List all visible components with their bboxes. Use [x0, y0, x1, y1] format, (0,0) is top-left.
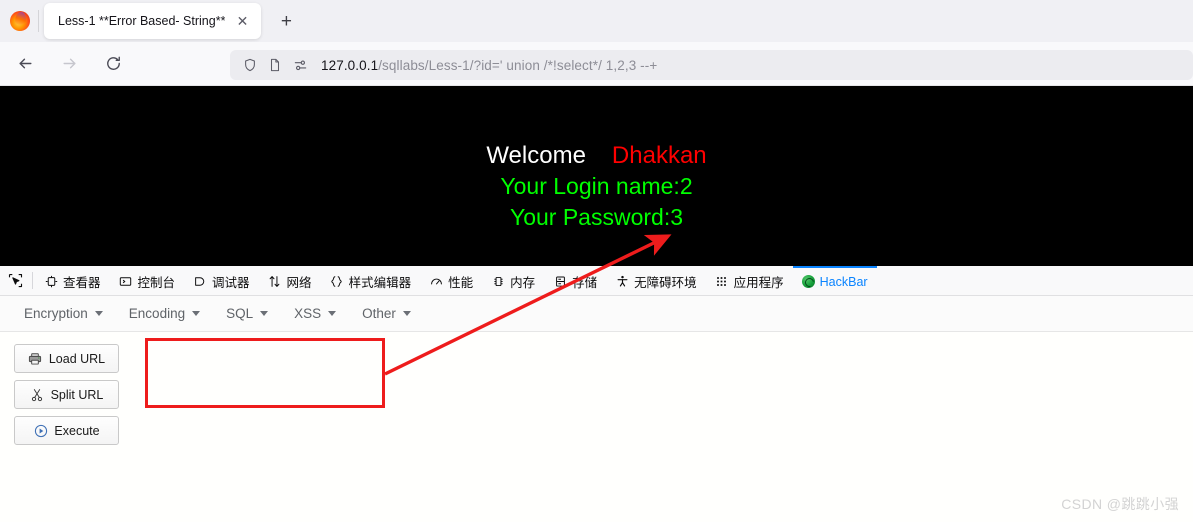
console-icon [119, 275, 133, 289]
devtools-tab-label: 查看器 [63, 276, 101, 290]
chevron-down-icon [260, 311, 269, 316]
memory-icon [491, 275, 505, 289]
hackbar-menu-xss[interactable]: XSS [286, 302, 344, 325]
chevron-down-icon [402, 311, 411, 316]
devtools-tab-label: 网络 [286, 276, 312, 290]
address-bar[interactable]: 127.0.0.1/sqllabs/Less-1/?id=' union /*!… [230, 50, 1193, 80]
watermark: CSDN @跳跳小强 [1061, 496, 1179, 512]
devtools-tab-style-editor[interactable]: 样式编辑器 [321, 266, 421, 295]
devtools-tab-network[interactable]: 网络 [259, 266, 321, 295]
devtools-tab-console[interactable]: 控制台 [110, 266, 185, 295]
hackbar-menu-label: Encryption [24, 306, 88, 321]
execute-button[interactable]: Execute [14, 416, 119, 445]
element-picker-icon[interactable] [0, 266, 30, 295]
devtools-tab-debugger[interactable]: 调试器 [184, 266, 259, 295]
url-host: 127.0.0.1 [321, 57, 379, 73]
page-result-text: Welcome Dhakkan Your Login name:2 Your Pa… [0, 140, 1193, 233]
devtools-tab-inspector[interactable]: 查看器 [35, 266, 110, 295]
performance-icon [429, 275, 443, 289]
hackbar-menu-encryption[interactable]: Encryption [16, 302, 111, 325]
hackbar-button-label: Execute [54, 423, 100, 438]
url-text[interactable]: 127.0.0.1/sqllabs/Less-1/?id=' union /*!… [321, 58, 657, 73]
hackbar-menu-encoding[interactable]: Encoding [121, 302, 208, 325]
devtools-tab-label: 应用程序 [733, 276, 784, 290]
devtools-tab-label: 性能 [448, 276, 474, 290]
page-info-icon[interactable] [265, 55, 285, 75]
toolbar-divider [32, 272, 33, 289]
devtools-tab-performance[interactable]: 性能 [420, 266, 482, 295]
devtools-tab-label: 存储 [572, 276, 598, 290]
style-editor-icon [330, 275, 344, 289]
split-url-button[interactable]: Split URL [14, 380, 119, 409]
devtools-tab-label: 控制台 [137, 276, 176, 290]
devtools-tab-label: 样式编辑器 [348, 276, 412, 290]
load-url-icon [28, 351, 43, 366]
hackbar-menubar: Encryption Encoding SQL XSS Other [0, 296, 1193, 332]
hackbar-menu-other[interactable]: Other [354, 302, 419, 325]
forward-icon[interactable] [54, 49, 84, 79]
devtools-tab-accessibility[interactable]: 无障碍环境 [606, 266, 706, 295]
hackbar-menu-label: XSS [294, 306, 322, 321]
new-tab-button[interactable]: + [273, 8, 299, 34]
tab-title: Less-1 **Error Based- String** [58, 14, 226, 28]
network-icon [268, 275, 282, 289]
devtools-tab-storage[interactable]: 存储 [544, 266, 606, 295]
devtools-tab-application[interactable]: 应用程序 [706, 266, 793, 295]
devtools-tab-hackbar[interactable]: HackBar [792, 266, 877, 295]
devtools-tab-label: 无障碍环境 [634, 276, 697, 290]
hackbar-menu-label: Encoding [128, 306, 186, 321]
scissors-icon [30, 387, 45, 402]
welcome-line: Welcome Dhakkan [0, 140, 1193, 171]
reload-icon[interactable] [98, 49, 128, 79]
inspector-icon [44, 275, 58, 289]
brand-label: Dhakkan [611, 142, 707, 169]
login-name-line: Your Login name:2 [500, 173, 693, 199]
devtools-tab-label: 调试器 [212, 276, 250, 290]
chevron-down-icon [192, 311, 201, 316]
devtools-tab-memory[interactable]: 内存 [482, 266, 544, 295]
browser-window: Less-1 **Error Based- String** ✕ + 127.0… [0, 0, 1193, 522]
debugger-icon [193, 275, 207, 289]
url-path: /sqllabs/Less-1/?id=' union /*!select*/ … [378, 57, 658, 73]
application-icon [715, 275, 729, 289]
welcome-label: Welcome [486, 142, 586, 169]
hackbar-menu-label: SQL [226, 306, 254, 321]
shield-icon[interactable] [240, 55, 260, 75]
browser-tab[interactable]: Less-1 **Error Based- String** ✕ [44, 3, 262, 39]
hackbar-menu-sql[interactable]: SQL [218, 302, 276, 325]
tab-strip: Less-1 **Error Based- String** ✕ + [0, 0, 1193, 42]
password-line: Your Password:3 [509, 204, 684, 230]
accessibility-icon [615, 275, 629, 289]
devtools-tab-label: 内存 [510, 276, 536, 290]
hackbar-button-label: Split URL [50, 387, 104, 402]
hackbar-panel: Load URL Split URL Execute Post data Ref… [0, 332, 1193, 522]
reader-settings-icon[interactable] [290, 55, 310, 75]
back-icon[interactable] [10, 49, 40, 79]
storage-icon [553, 275, 567, 289]
devtools-tabbar: 查看器 控制台 调试器 网络 样式编辑器 性能 内存 存储 无障碍环境 应用程序… [0, 266, 1193, 296]
chevron-down-icon [328, 311, 337, 316]
hackbar-button-column: Load URL Split URL Execute [14, 344, 119, 445]
close-icon[interactable]: ✕ [231, 10, 253, 32]
load-url-button[interactable]: Load URL [14, 344, 119, 373]
hackbar-menu-label: Other [362, 306, 396, 321]
chevron-down-icon [94, 311, 103, 316]
tab-divider [38, 10, 39, 32]
play-icon [33, 423, 48, 438]
page-content: Welcome Dhakkan Your Login name:2 Your Pa… [0, 86, 1193, 266]
hackbar-icon [801, 275, 815, 288]
devtools-tab-label: HackBar [819, 274, 868, 289]
hackbar-button-label: Load URL [48, 351, 106, 366]
firefox-logo-icon [10, 11, 30, 31]
